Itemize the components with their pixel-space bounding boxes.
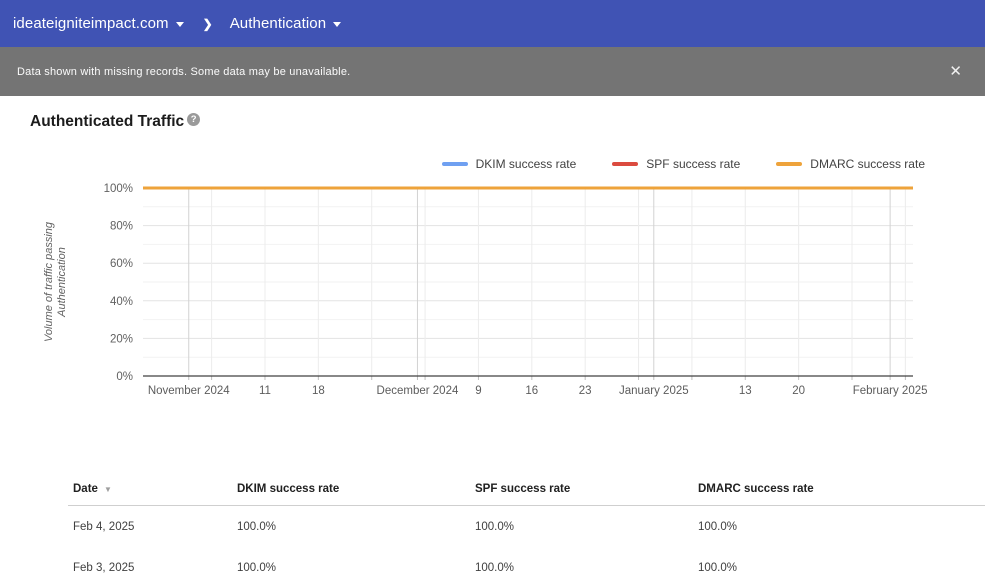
legend-label: DKIM success rate [475, 157, 577, 171]
authenticated-traffic-chart: 0% 20% 40% 60% 80% 100% November 2024 11 18 Decem… [0, 171, 985, 411]
cell-spf: 100.0% [475, 561, 515, 574]
cell-dmarc: 100.0% [698, 520, 738, 533]
banner-message: Data shown with missing records. Some da… [17, 65, 351, 78]
x-tick-label: 20 [792, 385, 805, 397]
y-tick-label: 60% [110, 258, 133, 270]
table-header-dkim: DKIM success rate [237, 483, 340, 495]
close-icon[interactable]: ✕ [949, 64, 962, 79]
x-tick-label: 13 [739, 385, 752, 397]
legend-swatch-icon [612, 162, 639, 166]
table-header-date[interactable]: Date ▼ [73, 483, 237, 495]
y-tick-label: 80% [110, 221, 133, 233]
x-tick-label: December 2024 [377, 385, 459, 397]
legend-item-dmarc: DMARC success rate [776, 157, 925, 171]
table-header-date-label: Date [73, 483, 98, 495]
x-tick-label: 9 [475, 385, 481, 397]
table-row: Feb 3, 2025 100.0% 100.0% 100.0% [68, 547, 985, 580]
auth-rates-table: Date ▼ DKIM success rate SPF success rat… [68, 473, 985, 580]
table-header-dmarc: DMARC success rate [698, 483, 814, 495]
cell-date: Feb 3, 2025 [73, 561, 135, 574]
page-title: Authenticated Traffic [30, 113, 185, 130]
legend-swatch-icon [441, 162, 468, 166]
y-tick-label: 20% [110, 333, 133, 345]
legend-label: DMARC success rate [810, 157, 925, 171]
cell-spf: 100.0% [475, 520, 515, 533]
breadcrumb-separator-icon: ❯ [202, 16, 213, 31]
x-tick-label: 18 [312, 385, 325, 397]
y-tick-label: 0% [116, 371, 133, 383]
x-tick-label: 16 [525, 385, 538, 397]
domain-label: ideateigniteimpact.com [13, 15, 169, 32]
help-icon[interactable]: ? [187, 113, 201, 126]
chart-legend: DKIM success rate SPF success rate DMARC s… [0, 157, 985, 171]
x-tick-label: November 2024 [148, 385, 230, 397]
y-tick-label: 100% [104, 183, 133, 195]
legend-swatch-icon [776, 162, 803, 166]
table-body: Feb 4, 2025 100.0% 100.0% 100.0% Feb 3, … [68, 506, 985, 580]
legend-label: SPF success rate [646, 157, 741, 171]
x-tick-label: January 2025 [619, 385, 689, 397]
x-tick-label: February 2025 [853, 385, 928, 397]
top-bar: ideateigniteimpact.com ❯ Authentication [0, 0, 985, 47]
page-title-row: Authenticated Traffic ? [30, 113, 985, 133]
section-dropdown[interactable]: Authentication [229, 15, 342, 32]
table-header-row: Date ▼ DKIM success rate SPF success rat… [68, 473, 985, 506]
chevron-down-icon [333, 22, 342, 27]
chart-svg: 0% 20% 40% 60% 80% 100% November 2024 11 18 Decem… [43, 183, 928, 397]
legend-item-dkim: DKIM success rate [441, 157, 577, 171]
x-tick-label: 23 [579, 385, 592, 397]
chevron-down-icon [175, 22, 184, 27]
table-header-spf: SPF success rate [475, 483, 571, 495]
sort-descending-icon: ▼ [103, 484, 112, 494]
x-tick-label: 11 [259, 385, 271, 397]
cell-dkim: 100.0% [237, 561, 277, 574]
section-label: Authentication [229, 15, 327, 32]
cell-date: Feb 4, 2025 [73, 520, 135, 533]
y-axis-title: Volume of traffic passingAuthentication [43, 221, 68, 342]
legend-item-spf: SPF success rate [612, 157, 740, 171]
missing-data-banner: Data shown with missing records. Some da… [0, 47, 985, 96]
y-tick-label: 40% [110, 296, 133, 308]
table-row: Feb 4, 2025 100.0% 100.0% 100.0% [68, 506, 985, 547]
domain-dropdown[interactable]: ideateigniteimpact.com [13, 15, 184, 32]
cell-dmarc: 100.0% [698, 561, 738, 574]
cell-dkim: 100.0% [237, 520, 277, 533]
